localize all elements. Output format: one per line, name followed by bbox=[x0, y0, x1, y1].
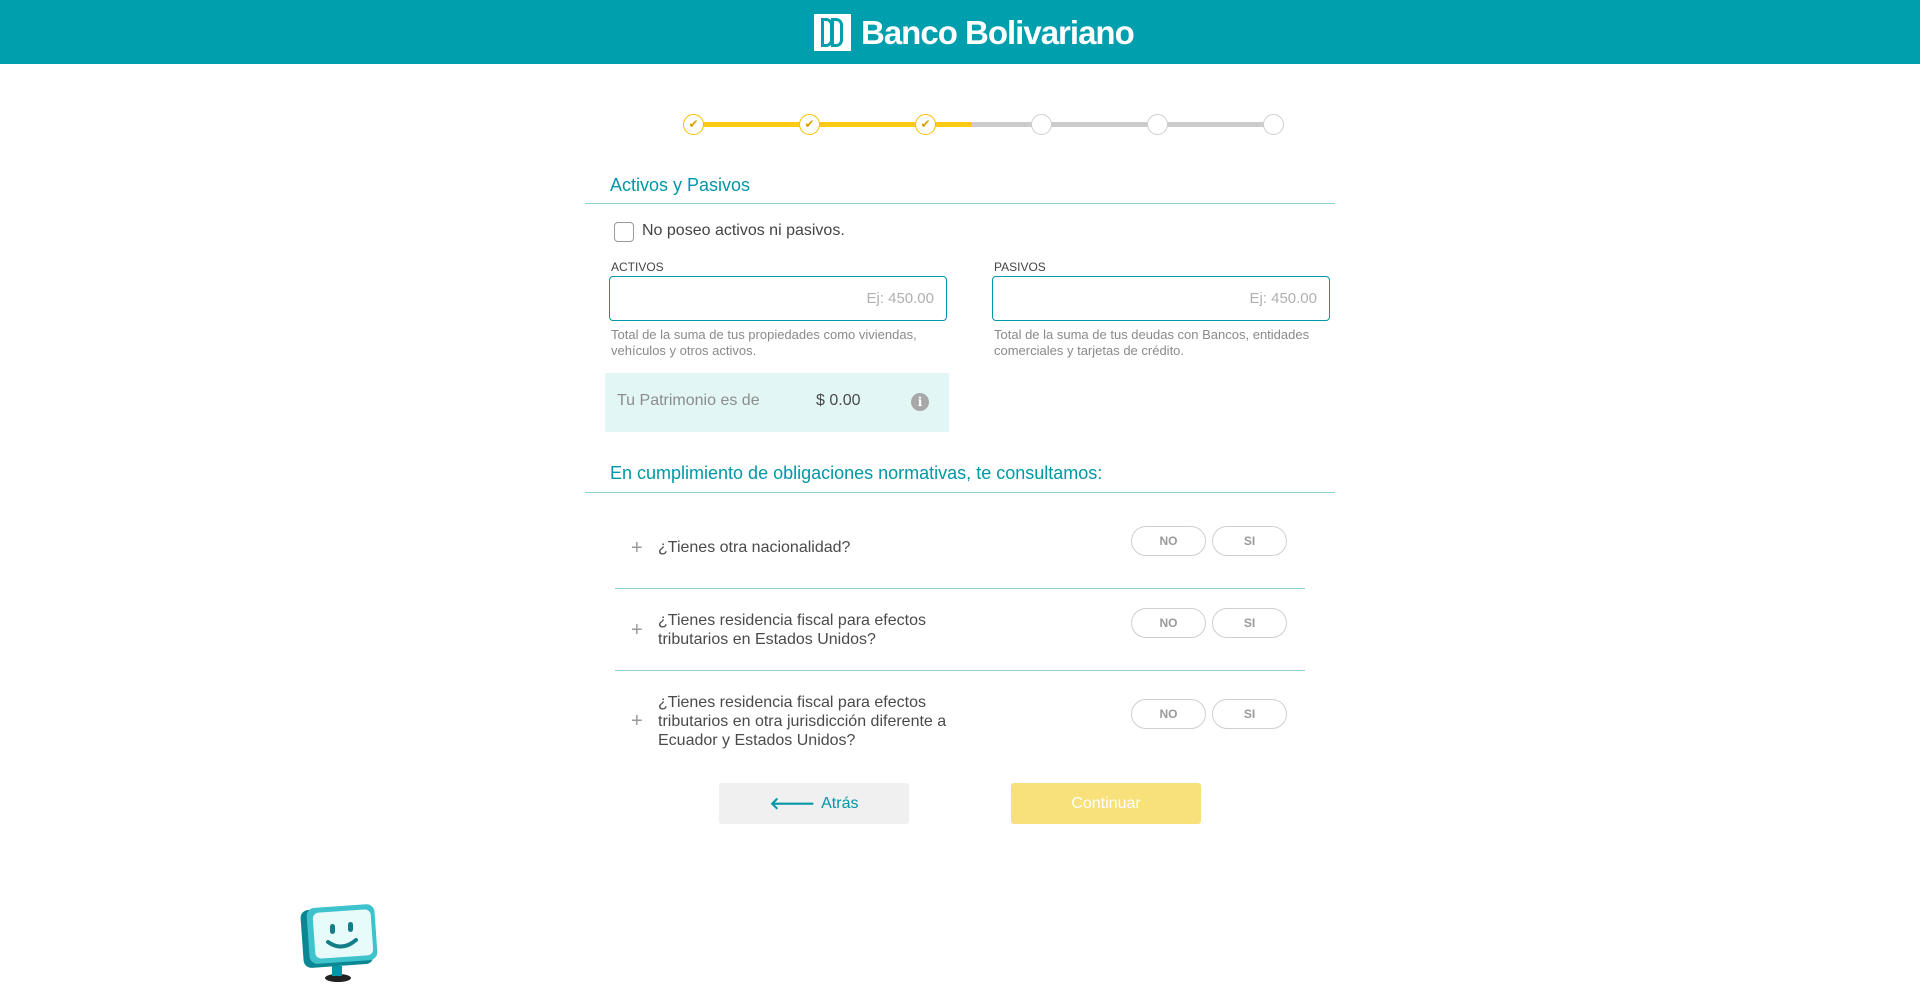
answer-no-button[interactable]: NO bbox=[1131, 526, 1206, 556]
bank-logo-icon bbox=[814, 14, 851, 51]
expand-plus-icon[interactable]: + bbox=[631, 538, 643, 558]
no-assets-label[interactable]: No poseo activos ni pasivos. bbox=[642, 222, 845, 240]
chatbot-assistant-icon[interactable] bbox=[300, 904, 378, 984]
info-icon[interactable]: i bbox=[911, 393, 929, 411]
activos-input[interactable] bbox=[609, 276, 947, 321]
answer-yes-button[interactable]: SI bbox=[1212, 608, 1287, 638]
step-2-done-icon: ✔ bbox=[799, 114, 820, 135]
activos-label: ACTIVOS bbox=[611, 260, 664, 274]
patrimonio-summary: Tu Patrimonio es de $ 0.00 i bbox=[605, 373, 949, 432]
continue-button[interactable]: Continuar bbox=[1011, 783, 1201, 824]
answer-yes-button[interactable]: SI bbox=[1212, 699, 1287, 729]
back-button[interactable]: 🡐 Atrás bbox=[719, 783, 909, 824]
brand-name: Banco Bolivariano bbox=[861, 13, 1135, 51]
question-text: ¿Tienes otra nacionalidad? bbox=[658, 539, 851, 556]
top-bar: Banco Bolivariano bbox=[0, 0, 1920, 64]
answer-yes-button[interactable]: SI bbox=[1212, 526, 1287, 556]
activos-help-text: Total de la suma de tus propiedades como… bbox=[611, 327, 917, 358]
arrow-left-icon: 🡐 bbox=[769, 793, 816, 813]
expand-plus-icon[interactable]: + bbox=[631, 711, 643, 731]
answer-no-button[interactable]: NO bbox=[1131, 699, 1206, 729]
question-other-tax-residence: + ¿Tienes residencia fiscal para efectos… bbox=[615, 694, 1305, 779]
question-text: ¿Tienes residencia fiscal para efectos t… bbox=[658, 694, 947, 749]
pasivos-input[interactable] bbox=[992, 276, 1330, 321]
answer-no-button[interactable]: NO bbox=[1131, 608, 1206, 638]
brand[interactable]: Banco Bolivariano bbox=[814, 13, 1135, 51]
question-divider bbox=[615, 670, 1305, 671]
compliance-section-divider bbox=[585, 492, 1335, 493]
step-5-pending-icon bbox=[1147, 114, 1168, 135]
pasivos-help-text: Total de la suma de tus deudas con Banco… bbox=[994, 327, 1310, 358]
expand-plus-icon[interactable]: + bbox=[631, 620, 643, 640]
assets-section-divider bbox=[585, 203, 1335, 204]
back-button-label: Atrás bbox=[821, 794, 859, 812]
step-6-pending-icon bbox=[1263, 114, 1284, 135]
progress-stepper: ✔ ✔ ✔ bbox=[683, 112, 1284, 136]
step-3-done-icon: ✔ bbox=[915, 114, 936, 135]
pasivos-label: PASIVOS bbox=[994, 260, 1046, 274]
question-us-tax-residence: + ¿Tienes residencia fiscal para efectos… bbox=[615, 608, 1305, 670]
patrimonio-label: Tu Patrimonio es de bbox=[617, 392, 760, 409]
patrimonio-value: $ 0.00 bbox=[816, 392, 861, 409]
assets-section-title: Activos y Pasivos bbox=[610, 175, 751, 195]
step-4-pending-icon bbox=[1031, 114, 1052, 135]
no-assets-checkbox[interactable] bbox=[614, 222, 634, 242]
question-divider bbox=[615, 588, 1305, 589]
question-other-nationality: + ¿Tienes otra nacionalidad? NO SI bbox=[615, 526, 1305, 582]
step-1-done-icon: ✔ bbox=[683, 114, 704, 135]
question-text: ¿Tienes residencia fiscal para efectos t… bbox=[658, 612, 926, 648]
compliance-section-title: En cumplimiento de obligaciones normativ… bbox=[610, 463, 1103, 483]
